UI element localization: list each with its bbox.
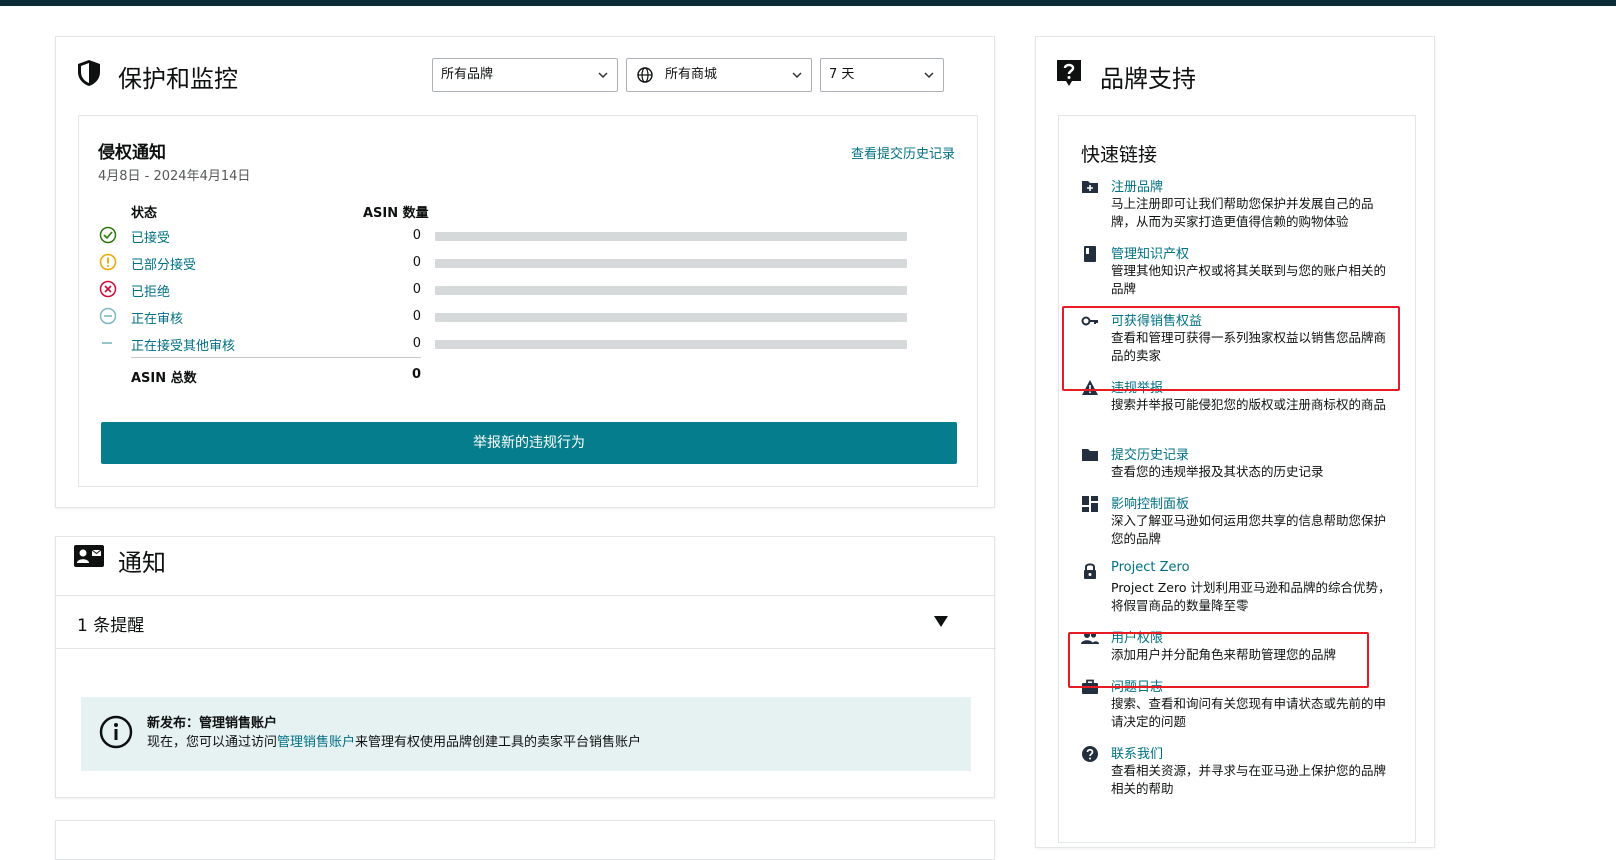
info-icon bbox=[99, 715, 133, 749]
bar-partially-accepted bbox=[435, 259, 907, 268]
quick-link-desc: 查看相关资源，并寻求与在亚马逊上保护您的品牌相关的帮助 bbox=[1111, 763, 1387, 796]
dashboard-icon bbox=[1082, 496, 1098, 512]
report-violation-button[interactable]: 举报新的违规行为 bbox=[101, 422, 957, 464]
notifications-card: 通知 1 条提醒 新发布：管理销售账户 现在，您可以通过访问管理销售账户来管理有… bbox=[55, 536, 996, 798]
status-under-review[interactable]: 正在审核 bbox=[131, 308, 183, 327]
count-under-review: 0 bbox=[412, 309, 421, 324]
globe-icon bbox=[637, 67, 653, 83]
info-alert: 新发布：管理销售账户 现在，您可以通过访问管理销售账户来管理有权使用品牌创建工具… bbox=[81, 697, 971, 771]
reminder-toggle[interactable]: 1 条提醒 bbox=[56, 596, 996, 648]
bar-other-review bbox=[435, 340, 907, 349]
help-circle-icon bbox=[1082, 746, 1098, 762]
count-accepted: 0 bbox=[412, 228, 421, 243]
period-select-value: 7 天 bbox=[829, 67, 855, 82]
count-other-review: 0 bbox=[412, 336, 421, 351]
folder-plus-icon bbox=[1082, 181, 1098, 193]
infringement-panel: 侵权通知 4月8日 - 2024年4月14日 查看提交历史记录 状态 ASIN … bbox=[78, 115, 978, 487]
highlight-box-user-permissions bbox=[1068, 632, 1369, 688]
period-select[interactable]: 7 天 bbox=[820, 58, 944, 92]
status-rejected[interactable]: 已拒绝 bbox=[131, 281, 170, 300]
infringement-title: 侵权通知 bbox=[98, 143, 166, 163]
asin-total-value: 0 bbox=[411, 367, 421, 382]
chevron-down-icon bbox=[792, 72, 802, 79]
book-icon bbox=[1084, 246, 1096, 262]
quick-links-title: 快速链接 bbox=[1081, 144, 1158, 166]
bar-rejected bbox=[435, 286, 907, 295]
brand-support-title: 品牌支持 bbox=[1100, 65, 1196, 93]
quick-link-desc: 深入了解亚马逊如何运用您共享的信息帮助您保护您的品牌 bbox=[1111, 513, 1387, 546]
quick-link-label[interactable]: 管理知识产权 bbox=[1111, 243, 1189, 262]
total-divider bbox=[131, 357, 421, 358]
lock-icon bbox=[1084, 563, 1096, 579]
date-range: 4月8日 - 2024年4月14日 bbox=[98, 169, 251, 184]
protection-title: 保护和监控 bbox=[118, 65, 238, 93]
protection-monitoring-card: 保护和监控 所有品牌 所有商城 7 天 侵权通知 4月8日 - 2024年4月1… bbox=[55, 36, 995, 508]
quick-link-label[interactable]: 联系我们 bbox=[1111, 743, 1163, 762]
shield-icon bbox=[78, 60, 100, 86]
quick-link-desc: 搜索、查看和询问有关您现有申请状态或先前的申请决定的问题 bbox=[1111, 696, 1387, 729]
status-accepted[interactable]: 已接受 bbox=[131, 227, 170, 246]
highlight-box-sales-rights bbox=[1062, 306, 1400, 391]
brand-support-card: 品牌支持 快速链接 注册品牌 马上注册即可让我们帮助您保护并发展自己的品牌，从而… bbox=[1035, 36, 1435, 848]
info-title: 新发布：管理销售账户 bbox=[147, 716, 278, 731]
reminder-divider bbox=[56, 648, 996, 649]
chevron-down-icon bbox=[598, 72, 608, 79]
quick-link-desc: Project Zero 计划利用亚马逊和品牌的综合优势，将假冒商品的数量降至零 bbox=[1111, 580, 1391, 613]
bar-accepted bbox=[435, 232, 907, 241]
marketplace-select-value: 所有商城 bbox=[665, 67, 718, 82]
info-text-before: 现在，您可以通过访问 bbox=[147, 735, 278, 750]
top-bar bbox=[0, 0, 1616, 6]
asin-total-label: ASIN 总数 bbox=[131, 371, 197, 386]
folder-icon bbox=[1082, 449, 1098, 461]
quick-link-label[interactable]: 注册品牌 bbox=[1111, 176, 1163, 195]
status-partially-accepted[interactable]: 已部分接受 bbox=[131, 254, 196, 273]
brand-select[interactable]: 所有品牌 bbox=[432, 58, 618, 92]
quick-link-desc: 查看您的违规举报及其状态的历史记录 bbox=[1111, 464, 1324, 479]
minus-circle-icon bbox=[99, 307, 117, 325]
quick-link-label[interactable]: 影响控制面板 bbox=[1111, 493, 1189, 512]
count-partially-accepted: 0 bbox=[412, 255, 421, 270]
bar-under-review bbox=[435, 313, 907, 322]
quick-link-label[interactable]: Project Zero bbox=[1111, 560, 1190, 575]
status-column-header: 状态 bbox=[131, 206, 158, 221]
info-text-after: 来管理有权使用品牌创建工具的卖家平台销售账户 bbox=[355, 735, 642, 750]
status-other-review[interactable]: 正在接受其他审核 bbox=[131, 335, 235, 354]
manage-sales-accounts-link[interactable]: 管理销售账户 bbox=[277, 735, 355, 750]
contact-card-icon bbox=[74, 545, 104, 567]
dash-icon bbox=[102, 342, 112, 344]
third-card-partial bbox=[55, 820, 995, 860]
asin-count-column-header: ASIN 数量 bbox=[363, 206, 429, 221]
marketplace-select[interactable]: 所有商城 bbox=[626, 58, 812, 92]
submission-history-link[interactable]: 查看提交历史记录 bbox=[851, 143, 955, 162]
warning-circle-icon bbox=[99, 253, 117, 271]
x-circle-icon bbox=[99, 280, 117, 298]
reminder-count: 1 条提醒 bbox=[77, 616, 145, 636]
notifications-title: 通知 bbox=[118, 549, 166, 577]
count-rejected: 0 bbox=[412, 282, 421, 297]
chevron-down-icon bbox=[924, 72, 934, 79]
quick-link-desc: 管理其他知识产权或将其关联到与您的账户相关的品牌 bbox=[1111, 263, 1387, 296]
question-box-icon bbox=[1057, 60, 1081, 86]
quick-link-desc: 搜索并举报可能侵犯您的版权或注册商标权的商品 bbox=[1111, 397, 1387, 412]
info-text: 现在，您可以通过访问管理销售账户来管理有权使用品牌创建工具的卖家平台销售账户 bbox=[147, 731, 641, 750]
brand-select-value: 所有品牌 bbox=[441, 67, 494, 82]
quick-link-label[interactable]: 提交历史记录 bbox=[1111, 444, 1189, 463]
quick-links-panel: 快速链接 注册品牌 马上注册即可让我们帮助您保护并发展自己的品牌，从而为买家打造… bbox=[1058, 115, 1416, 843]
check-circle-icon bbox=[99, 226, 117, 244]
caret-down-icon bbox=[934, 616, 948, 627]
quick-link-desc: 马上注册即可让我们帮助您保护并发展自己的品牌，从而为买家打造更值得信赖的购物体验 bbox=[1111, 196, 1374, 229]
